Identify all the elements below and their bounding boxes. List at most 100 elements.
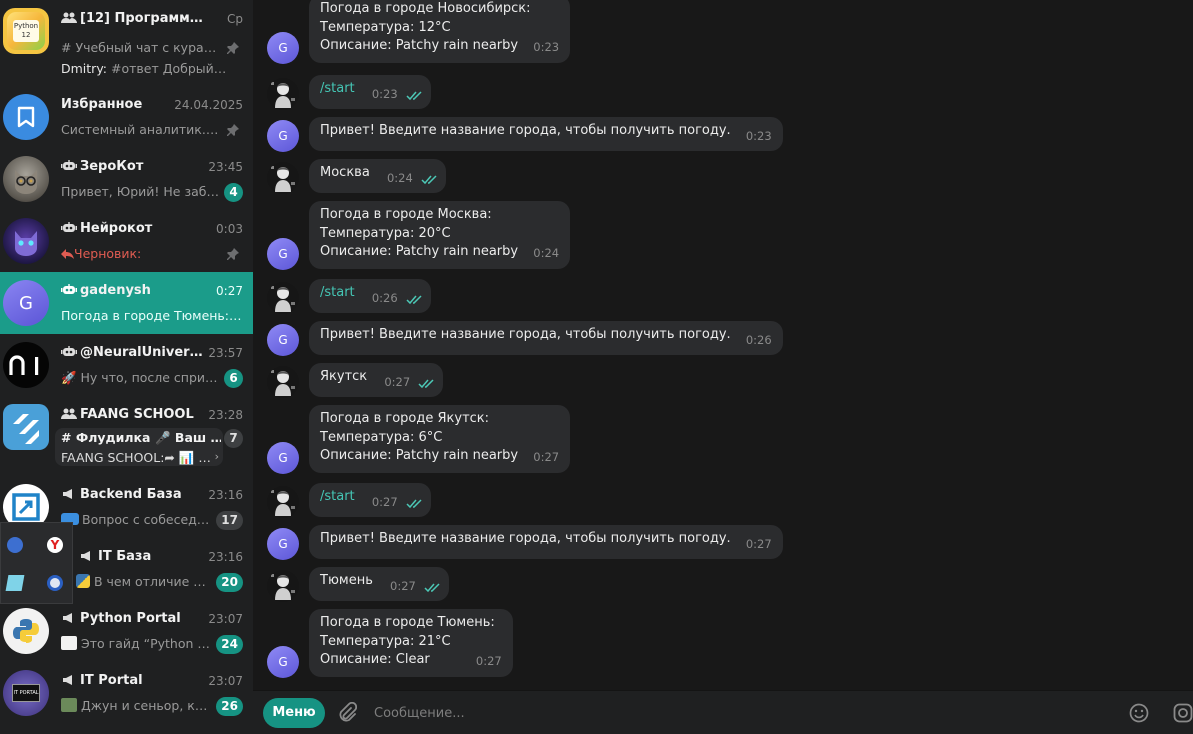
chat-avatar xyxy=(3,156,49,202)
chat-item-neurokot[interactable]: Нейрокот 0:03 Черновик: xyxy=(0,210,253,272)
unread-badge: 4 xyxy=(224,183,243,202)
topic-label: # Флудилка xyxy=(61,430,151,445)
user-message-bubble[interactable]: /start 0:26 xyxy=(309,279,431,313)
camera-icon[interactable] xyxy=(1173,703,1193,723)
avatar-letter: G xyxy=(278,129,288,143)
bot-message-bubble[interactable]: Погода в городе Тюмень: Температура: 21°C… xyxy=(309,609,513,677)
message-text: Температура: 21°C xyxy=(320,633,451,649)
user-avatar[interactable] xyxy=(267,570,299,602)
bot-message-bubble[interactable]: Привет! Введите название города, чтобы п… xyxy=(309,525,783,559)
message-text: Описание: Clear xyxy=(320,652,430,667)
user-message-bubble[interactable]: Москва 0:24 xyxy=(309,159,446,193)
chat-title: Python Portal xyxy=(61,611,207,626)
chat-time: 23:57 xyxy=(208,346,243,360)
user-message-bubble[interactable]: Тюмень 0:27 xyxy=(309,567,449,601)
attach-icon[interactable] xyxy=(337,702,357,724)
double-check-icon xyxy=(418,379,434,389)
chat-item-neuraluniversity[interactable]: @NeuralUniversit… 23:57 🚀 Ну что, после … xyxy=(0,334,253,396)
topics-card[interactable]: # Флудилка 🎤 Ваш … FAANG SCHOOL:➦ 📊 … › xyxy=(55,428,223,466)
chat-item-it-portal[interactable]: IT PORTAL IT Portal 23:07 Джун и сеньор,… xyxy=(0,662,253,724)
chat-item-favorites[interactable]: Избранное 24.04.2025 Системный аналитик.… xyxy=(0,86,253,148)
message-text: Температура: 6°C xyxy=(320,429,443,445)
message-text: Погода в городе Якутск: xyxy=(320,411,490,426)
bot-avatar[interactable]: G xyxy=(267,324,299,356)
bot-menu-button[interactable]: Меню xyxy=(263,698,325,728)
chat-time: 0:27 xyxy=(216,284,243,298)
user-photo-icon xyxy=(267,486,299,518)
bot-message-bubble[interactable]: Привет! Введите название города, чтобы п… xyxy=(309,117,783,151)
bot-avatar[interactable]: G xyxy=(267,237,299,270)
chat-preview: FAANG SCHOOL:➦ 📊 … xyxy=(61,450,211,465)
chat-topic-preview: # Учебный чат с курато… xyxy=(61,40,219,55)
bot-message-bubble[interactable]: Погода в городе Москва: Температура: 20°C… xyxy=(309,201,571,269)
tray-app-icon[interactable] xyxy=(7,537,23,553)
bot-icon xyxy=(61,284,77,294)
unread-badge: 26 xyxy=(216,697,243,716)
image-thumb-icon xyxy=(61,636,77,650)
user-message-bubble[interactable]: /start 0:23 xyxy=(309,75,431,109)
chat-item-zerokot[interactable]: ЗероКот 23:45 Привет, Юрий! Не заб… 4 xyxy=(0,148,253,210)
bot-message-bubble[interactable]: Погода в городе Новосибирск: Температура:… xyxy=(309,0,571,63)
message-time: 0:26 xyxy=(745,332,772,347)
command-text[interactable]: /start xyxy=(320,80,355,99)
message-text: Описание: Patchy rain nearby xyxy=(320,448,519,463)
chat-time: 24.04.2025 xyxy=(174,98,243,112)
bot-message-bubble[interactable]: Привет! Введите название города, чтобы п… xyxy=(309,321,783,355)
bot-avatar[interactable]: G xyxy=(267,528,299,560)
user-message-bubble[interactable]: Якутск 0:27 xyxy=(309,363,444,397)
tray-app-icon[interactable] xyxy=(5,575,25,591)
chat-avatar xyxy=(3,404,49,450)
double-check-icon xyxy=(406,499,422,509)
user-avatar[interactable] xyxy=(267,366,299,398)
message-time: 0:27 xyxy=(384,374,411,389)
chat-preview: В чем отличие … xyxy=(76,574,218,589)
message-time: 0:26 xyxy=(371,290,398,305)
backend-logo-icon xyxy=(12,493,40,521)
command-text[interactable]: /start xyxy=(320,488,355,507)
chat-time: 23:28 xyxy=(208,408,243,422)
chat-title-text: ЗероКот xyxy=(80,159,144,174)
avatar-letter: G xyxy=(278,654,288,669)
chat-title-text: Backend База xyxy=(80,487,182,502)
message-input[interactable] xyxy=(374,703,1074,723)
message-text: Описание: Patchy rain nearby xyxy=(320,244,519,259)
yandex-browser-icon[interactable]: Y xyxy=(47,537,63,553)
chat-title: Нейрокот xyxy=(61,221,207,236)
message-text: Температура: 20°C xyxy=(320,225,451,241)
bot-avatar[interactable]: G xyxy=(267,31,299,64)
chat-preview: Погода в городе Тюмень: Т… xyxy=(61,308,243,323)
group-icon xyxy=(61,12,77,23)
user-avatar[interactable] xyxy=(267,282,299,314)
bot-avatar[interactable]: G xyxy=(267,441,299,474)
unread-badge: 20 xyxy=(216,573,243,592)
chevron-right-icon: › xyxy=(214,450,219,463)
chat-item-python-portal[interactable]: Python Portal 23:07 Это гайд “Python Lo…… xyxy=(0,600,253,662)
pin-icon xyxy=(227,42,239,54)
chat-item-faang-school[interactable]: FAANG SCHOOL 23:28 # Флудилка 🎤 Ваш … FA… xyxy=(0,396,253,476)
chat-item-programming[interactable]: Python 12 [12] Программиров… Ср # Учебны… xyxy=(0,0,253,76)
neural-logo-icon xyxy=(9,355,39,375)
emoji-icon[interactable] xyxy=(1129,703,1149,723)
bot-avatar[interactable]: G xyxy=(267,120,299,152)
bot-message-bubble[interactable]: Погода в городе Якутск: Температура: 6°C О… xyxy=(309,405,571,473)
clock-icon[interactable] xyxy=(47,575,63,591)
chat-preview: Вопрос с собеседо… xyxy=(61,512,213,527)
preview-text: Вопрос с собеседо… xyxy=(82,512,213,527)
topic-label: 🎤 Ваш … xyxy=(155,430,221,445)
chat-title: Backend База xyxy=(61,487,207,502)
user-avatar[interactable] xyxy=(267,486,299,518)
user-avatar[interactable] xyxy=(267,162,299,194)
command-text[interactable]: /start xyxy=(320,284,355,303)
message-text: Погода в городе Новосибирск: xyxy=(320,1,531,16)
chat-title: [12] Программиров… xyxy=(61,11,207,26)
bot-avatar[interactable]: G xyxy=(267,645,299,678)
chat-avatar: G xyxy=(3,280,49,326)
channel-icon xyxy=(81,551,90,561)
user-avatar[interactable] xyxy=(267,78,299,110)
user-message-bubble[interactable]: /start 0:27 xyxy=(309,483,431,517)
chat-item-gadenysh[interactable]: G gadenysh 0:27 Погода в городе Тюмень: … xyxy=(0,272,253,334)
user-photo-icon xyxy=(267,570,299,602)
message-text: Москва xyxy=(320,165,370,180)
message-time: 0:27 xyxy=(390,578,416,593)
chat-avatar xyxy=(3,342,49,388)
